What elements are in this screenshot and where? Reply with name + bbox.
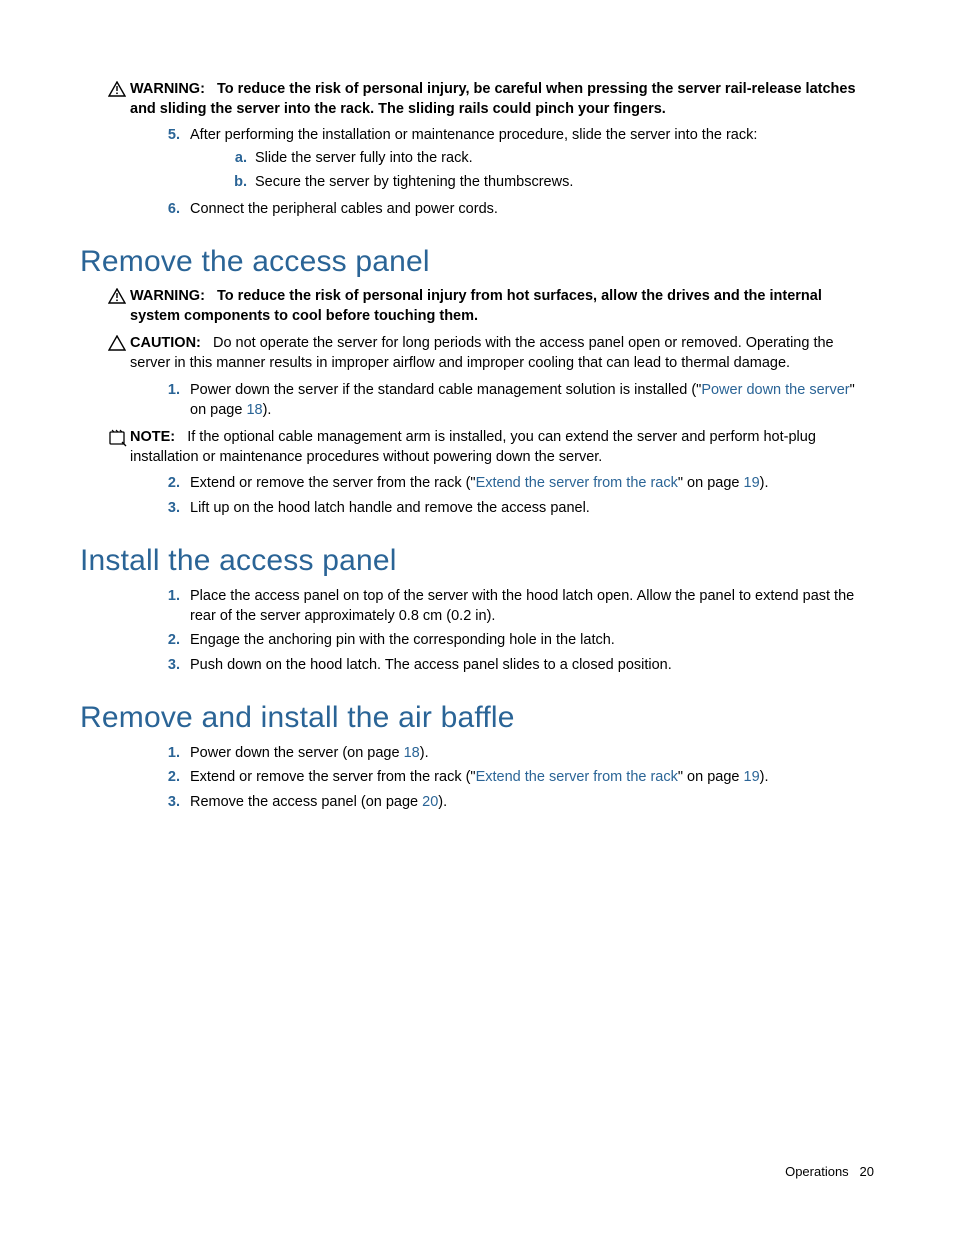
list-item: 1. Power down the server (on page 18). [150,743,874,763]
list-text: Power down the server (on page [190,745,404,761]
list-marker: 2. [150,473,190,493]
warning-icon [108,80,130,97]
list-item: 3. Push down on the hood latch. The acce… [150,655,874,675]
page-footer: Operations 20 [785,1164,874,1179]
list-text: ). [263,402,272,418]
caution-icon [108,334,130,351]
list-text: Engage the anchoring pin with the corres… [190,630,874,650]
list-item: 5. After performing the installation or … [150,125,874,195]
list-text: ). [420,745,429,761]
footer-section: Operations [785,1164,849,1179]
warning-icon [108,287,130,304]
admon-label: NOTE: [130,429,175,445]
list-text: Slide the server fully into the rack. [255,148,874,168]
page-ref-link[interactable]: 19 [744,769,760,785]
list-text: " on page [678,769,744,785]
list-text: Push down on the hood latch. The access … [190,655,874,675]
list-item: 3. Lift up on the hood latch handle and … [150,498,874,518]
page-ref-link[interactable]: 18 [246,402,262,418]
list-item: 2. Extend or remove the server from the … [150,473,874,493]
ordered-list: 1. Power down the server if the standard… [150,380,874,421]
list-text: Place the access panel on top of the ser… [190,586,874,627]
heading-remove-access-panel: Remove the access panel [80,245,874,279]
page-ref-link[interactable]: 18 [404,745,420,761]
page-ref-link[interactable]: 19 [744,475,760,491]
xref-link[interactable]: Power down the server [701,382,849,398]
list-marker: a. [225,148,255,168]
ordered-list: 1. Place the access panel on top of the … [150,586,874,675]
list-marker: 1. [150,380,190,421]
list-text: " on page [678,475,744,491]
list-marker: 1. [150,586,190,627]
list-text: ). [438,794,447,810]
xref-link[interactable]: Extend the server from the rack [476,475,678,491]
list-item: 6. Connect the peripheral cables and pow… [150,199,874,219]
warning-admonition: WARNING: To reduce the risk of personal … [108,80,874,119]
list-marker: 3. [150,792,190,812]
list-text: Extend or remove the server from the rac… [190,769,476,785]
list-text: Lift up on the hood latch handle and rem… [190,498,874,518]
list-text: ). [760,475,769,491]
list-text: Extend or remove the server from the rac… [190,475,476,491]
list-item: 3. Remove the access panel (on page 20). [150,792,874,812]
warning-admonition: WARNING: To reduce the risk of personal … [108,287,874,326]
admon-text: To reduce the risk of personal injury, b… [130,81,856,117]
list-marker: 2. [150,630,190,650]
note-admonition: NOTE: If the optional cable management a… [108,428,874,467]
list-marker: 6. [150,199,190,219]
note-icon [108,428,130,447]
admon-text: To reduce the risk of personal injury fr… [130,288,822,324]
page-content: WARNING: To reduce the risk of personal … [0,0,954,812]
admon-label: WARNING: [130,288,205,304]
heading-air-baffle: Remove and install the air baffle [80,701,874,735]
list-item: b. Secure the server by tightening the t… [225,172,874,192]
list-marker: 5. [150,125,190,195]
footer-page-number: 20 [860,1164,874,1179]
list-text: After performing the installation or mai… [190,127,757,143]
list-item: 1. Power down the server if the standard… [150,380,874,421]
admon-label: WARNING: [130,81,205,97]
admon-text: Do not operate the server for long perio… [130,335,834,371]
list-marker: 2. [150,767,190,787]
admon-label: CAUTION: [130,335,201,351]
list-item: 2. Engage the anchoring pin with the cor… [150,630,874,650]
list-marker: b. [225,172,255,192]
list-text: Secure the server by tightening the thum… [255,172,874,192]
ordered-list: 1. Power down the server (on page 18). 2… [150,743,874,812]
xref-link[interactable]: Extend the server from the rack [476,769,678,785]
ordered-list: 5. After performing the installation or … [150,125,874,219]
page-ref-link[interactable]: 20 [422,794,438,810]
list-marker: 1. [150,743,190,763]
list-text: Power down the server if the standard ca… [190,382,701,398]
list-marker: 3. [150,655,190,675]
list-marker: 3. [150,498,190,518]
list-item: 1. Place the access panel on top of the … [150,586,874,627]
caution-admonition: CAUTION: Do not operate the server for l… [108,334,874,373]
list-text: ). [760,769,769,785]
ordered-list: 2. Extend or remove the server from the … [150,473,874,518]
list-text: Connect the peripheral cables and power … [190,199,874,219]
list-item: a. Slide the server fully into the rack. [225,148,874,168]
admon-text: If the optional cable management arm is … [130,429,816,465]
list-text: Remove the access panel (on page [190,794,422,810]
list-item: 2. Extend or remove the server from the … [150,767,874,787]
ordered-list: a. Slide the server fully into the rack.… [225,148,874,192]
heading-install-access-panel: Install the access panel [80,544,874,578]
